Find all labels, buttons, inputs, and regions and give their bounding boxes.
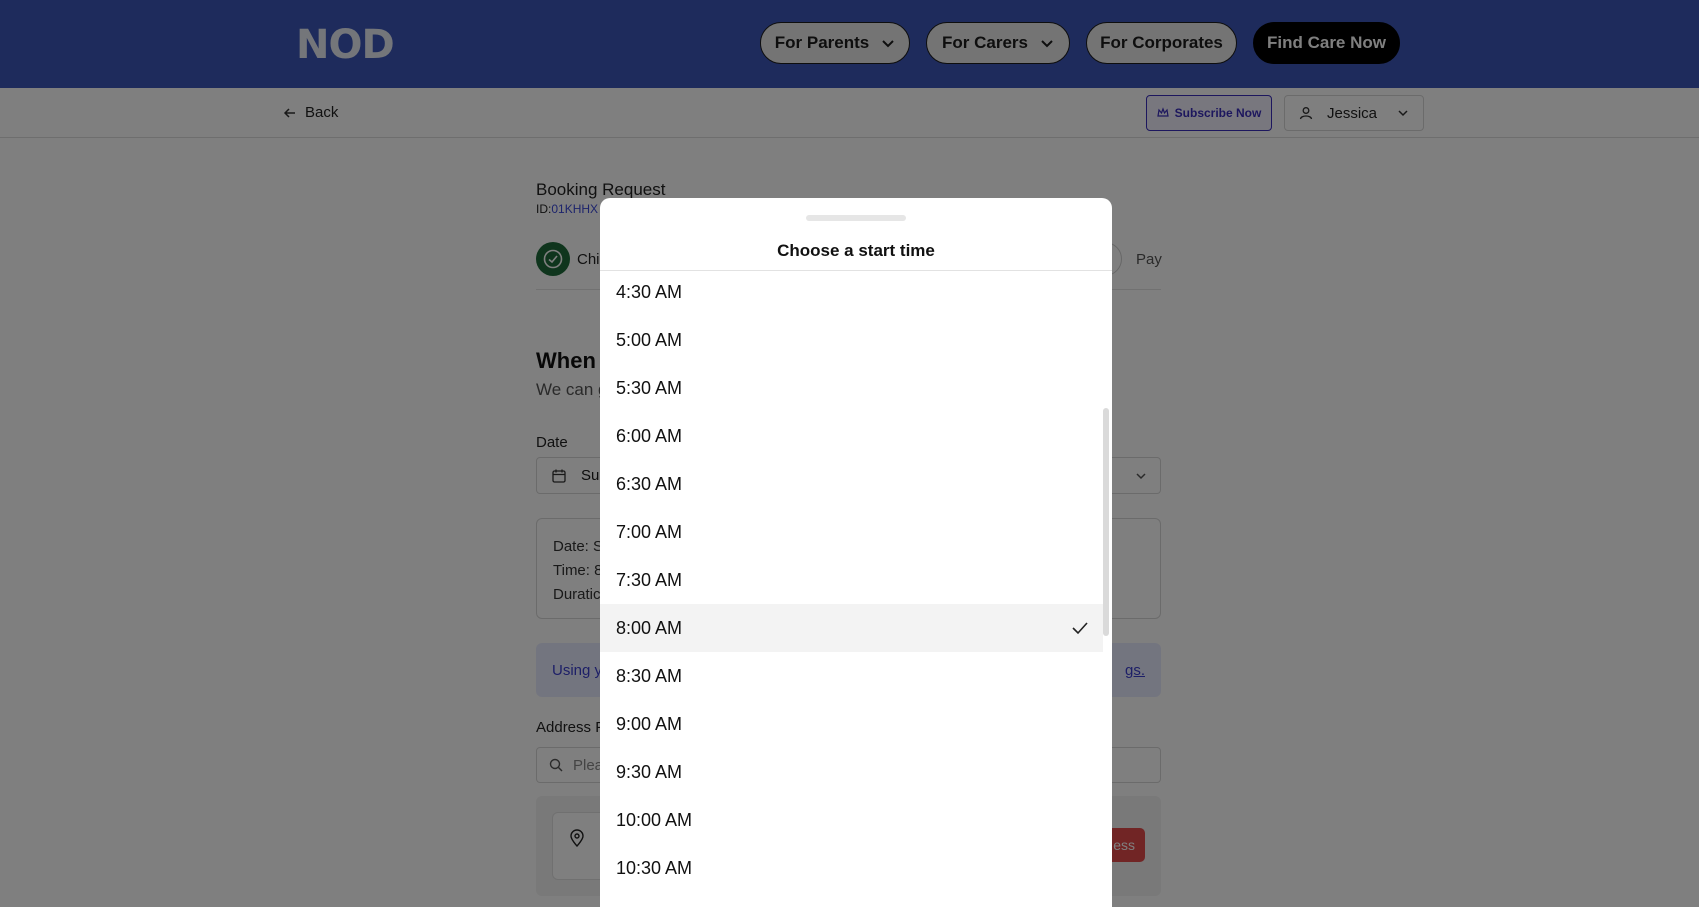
time-option[interactable]: 10:00 AM (600, 796, 1103, 844)
time-option[interactable]: 8:30 AM (600, 652, 1103, 700)
time-option[interactable]: 7:30 AM (600, 556, 1103, 604)
time-option[interactable]: 8:00 AM (600, 604, 1103, 652)
time-option[interactable]: 5:30 AM (600, 364, 1103, 412)
start-time-modal: Choose a start time 4:30 AM 5:00 AM 5:30 A… (600, 198, 1112, 907)
time-option[interactable]: 10:30 AM (600, 844, 1103, 892)
time-option-label: 9:00 AM (616, 713, 683, 734)
time-option-label: 8:30 AM (616, 665, 683, 686)
time-option-list[interactable]: 4:30 AM 5:00 AM 5:30 AM 6:00 AM 6:30 AM 7:00 … (600, 271, 1112, 907)
time-option-label: 9:30 AM (616, 761, 683, 782)
time-option-label: 7:00 AM (616, 521, 683, 542)
time-option-label: 5:30 AM (616, 377, 683, 398)
time-option-label: 7:30 AM (616, 569, 683, 590)
scrollbar[interactable] (1103, 408, 1109, 636)
time-option-label: 10:00 AM (616, 809, 693, 830)
time-option[interactable]: 9:30 AM (600, 748, 1103, 796)
time-option-label: 10:30 AM (616, 857, 693, 878)
drag-handle[interactable] (806, 215, 906, 221)
time-option-label: 6:00 AM (616, 425, 683, 446)
time-option-label: 8:00 AM (616, 617, 683, 638)
time-option-label: 5:00 AM (616, 329, 683, 350)
checkmark-icon (1072, 622, 1088, 635)
time-option[interactable]: 6:30 AM (600, 460, 1103, 508)
time-option[interactable]: 6:00 AM (600, 412, 1103, 460)
time-option[interactable]: 9:00 AM (600, 700, 1103, 748)
modal-title: Choose a start time (777, 241, 935, 260)
time-option[interactable]: 5:00 AM (600, 316, 1103, 364)
time-option-label: 4:30 AM (616, 281, 683, 302)
time-option-label: 6:30 AM (616, 473, 683, 494)
time-option[interactable]: 7:00 AM (600, 508, 1103, 556)
time-option[interactable]: 4:30 AM (600, 271, 1103, 316)
